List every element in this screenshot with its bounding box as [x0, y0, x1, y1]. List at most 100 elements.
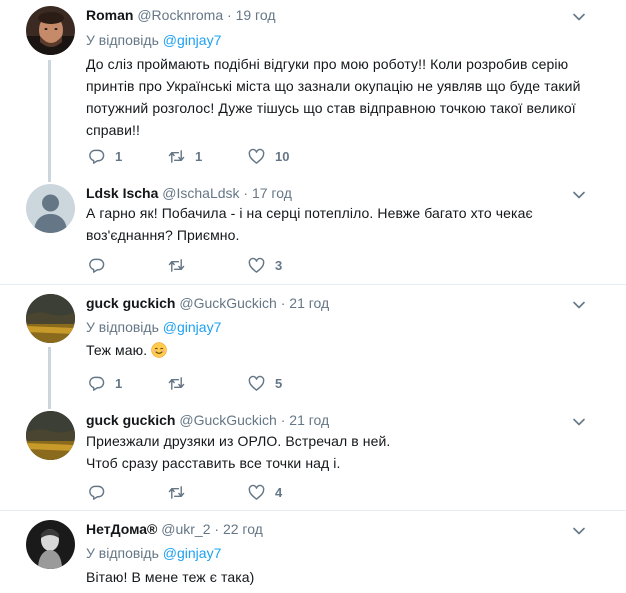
- timestamp[interactable]: 17 год: [252, 185, 292, 201]
- tweet[interactable]: Ldsk Ischa @IschaLdsk · 17 год А гарно я…: [0, 180, 626, 284]
- retweet-icon: [168, 485, 185, 499]
- avatar-image: [26, 6, 75, 55]
- caret-down-icon[interactable]: [572, 10, 586, 24]
- reply-count: 1: [115, 148, 123, 164]
- reply-button[interactable]: 1: [88, 374, 122, 392]
- tweet-text-container: Теж маю.: [86, 339, 586, 361]
- tweet[interactable]: НетДома® @ukr_2 · 22 год У відповідь @gi…: [0, 514, 626, 593]
- like-button[interactable]: 4: [248, 483, 282, 501]
- reply-button[interactable]: [88, 256, 115, 274]
- tweet-text: Вітаю! В мене теж є така): [86, 569, 255, 585]
- retweet-button[interactable]: [168, 374, 195, 392]
- reply-count: 1: [115, 375, 123, 391]
- like-count: 10: [275, 148, 290, 164]
- separator-dot: ·: [227, 7, 232, 23]
- caret-down-icon[interactable]: [572, 415, 586, 429]
- tweet-text: До сліз проймають подібні відгуки про мо…: [86, 56, 581, 138]
- avatar-image: [26, 411, 75, 460]
- smiling-face-emoji: [151, 342, 168, 358]
- like-icon: [248, 484, 265, 500]
- mention-link[interactable]: @ginjay7: [163, 32, 222, 48]
- avatar-image: [26, 294, 75, 343]
- display-name[interactable]: Ldsk Ischa: [86, 185, 158, 201]
- tweet-text-line: Приезжали друзяки из ОРЛО. Встречал в не…: [86, 433, 391, 449]
- like-count: 4: [275, 484, 283, 500]
- avatar[interactable]: [26, 6, 75, 55]
- user-handle[interactable]: @IschaLdsk: [162, 185, 239, 201]
- timestamp[interactable]: 21 год: [289, 412, 329, 428]
- like-count: 3: [275, 257, 283, 273]
- default-avatar-image: [26, 184, 75, 233]
- user-handle[interactable]: @GuckGuckich: [179, 412, 276, 428]
- avatar-image: [26, 520, 75, 569]
- separator-dot: ·: [280, 295, 286, 311]
- user-handle[interactable]: @Rocknroma: [137, 7, 223, 23]
- tweet-header: Roman @Rocknroma · 19 год: [86, 6, 276, 24]
- mention-link[interactable]: @ginjay7: [163, 545, 222, 561]
- tweet-text-line: Чтоб сразу расставить все точки над і.: [86, 455, 341, 471]
- timestamp[interactable]: 21 год: [289, 295, 329, 311]
- avatar[interactable]: [26, 520, 75, 569]
- tweet[interactable]: guck guckich @GuckGuckich · 21 год У від…: [0, 288, 626, 406]
- divider: [0, 284, 626, 285]
- reply-icon: [89, 258, 105, 273]
- like-button[interactable]: 3: [248, 256, 282, 274]
- caret-down-icon[interactable]: [572, 188, 586, 202]
- reply-icon: [89, 376, 105, 391]
- tweet-text: Теж маю.: [86, 342, 148, 358]
- reply-icon: [89, 149, 105, 164]
- avatar[interactable]: [26, 294, 75, 343]
- tweet[interactable]: guck guckich @GuckGuckich · 21 год Приез…: [0, 405, 626, 509]
- separator-dot: ·: [214, 521, 220, 537]
- retweet-icon: [168, 376, 185, 390]
- tweet-text: А гарно як! Побачила - і на серці потепл…: [86, 205, 533, 243]
- like-count: 5: [275, 375, 283, 391]
- user-handle[interactable]: @ukr_2: [161, 521, 210, 537]
- mention-link[interactable]: @ginjay7: [163, 319, 222, 335]
- replying-to: У відповідь @ginjay7: [86, 544, 221, 562]
- tweet-actions: 1 5: [88, 374, 408, 392]
- tweet-actions: 4: [88, 483, 408, 501]
- divider: [0, 510, 626, 511]
- reply-button[interactable]: 1: [88, 147, 122, 165]
- retweet-button[interactable]: [168, 256, 195, 274]
- user-handle[interactable]: @GuckGuckich: [179, 295, 276, 311]
- replying-to: У відповідь @ginjay7: [86, 31, 221, 49]
- like-icon: [248, 148, 265, 164]
- timestamp[interactable]: 19 год: [236, 7, 276, 23]
- display-name[interactable]: НетДома®: [86, 521, 157, 537]
- like-icon: [248, 375, 265, 391]
- tweet-header: Ldsk Ischa @IschaLdsk · 17 год: [86, 184, 292, 202]
- tweet-text-container: Приезжали друзяки из ОРЛО. Встречал в не…: [86, 430, 586, 474]
- display-name[interactable]: guck guckich: [86, 412, 175, 428]
- retweet-button[interactable]: 1: [168, 147, 202, 165]
- separator-dot: ·: [280, 412, 286, 428]
- replying-prefix: У відповідь: [86, 319, 159, 335]
- display-name[interactable]: Roman: [86, 7, 133, 23]
- reply-button[interactable]: [88, 483, 115, 501]
- retweet-icon: [168, 258, 185, 272]
- avatar[interactable]: [26, 411, 75, 460]
- tweet[interactable]: Roman @Rocknroma · 19 год У відповідь @g…: [0, 0, 626, 182]
- tweet-actions: 1 1 10: [88, 147, 408, 165]
- tweet-header: guck guckich @GuckGuckich · 21 год: [86, 411, 329, 429]
- retweet-button[interactable]: [168, 483, 195, 501]
- display-name[interactable]: guck guckich: [86, 295, 175, 311]
- retweet-icon: [168, 149, 185, 163]
- caret-down-icon[interactable]: [572, 298, 586, 312]
- avatar[interactable]: [26, 184, 75, 233]
- like-icon: [248, 257, 265, 273]
- replying-to: У відповідь @ginjay7: [86, 318, 221, 336]
- reply-icon: [89, 485, 105, 500]
- tweet-actions: 3: [88, 256, 408, 274]
- separator-dot: ·: [243, 185, 249, 201]
- timestamp[interactable]: 22 год: [223, 521, 263, 537]
- tweet-header: guck guckich @GuckGuckich · 21 год: [86, 294, 329, 312]
- retweet-count: 1: [195, 148, 203, 164]
- like-button[interactable]: 5: [248, 374, 282, 392]
- replying-prefix: У відповідь: [86, 545, 159, 561]
- tweet-header: НетДома® @ukr_2 · 22 год: [86, 520, 263, 538]
- caret-down-icon[interactable]: [572, 524, 586, 538]
- like-button[interactable]: 10: [248, 147, 289, 165]
- replying-prefix: У відповідь: [86, 32, 159, 48]
